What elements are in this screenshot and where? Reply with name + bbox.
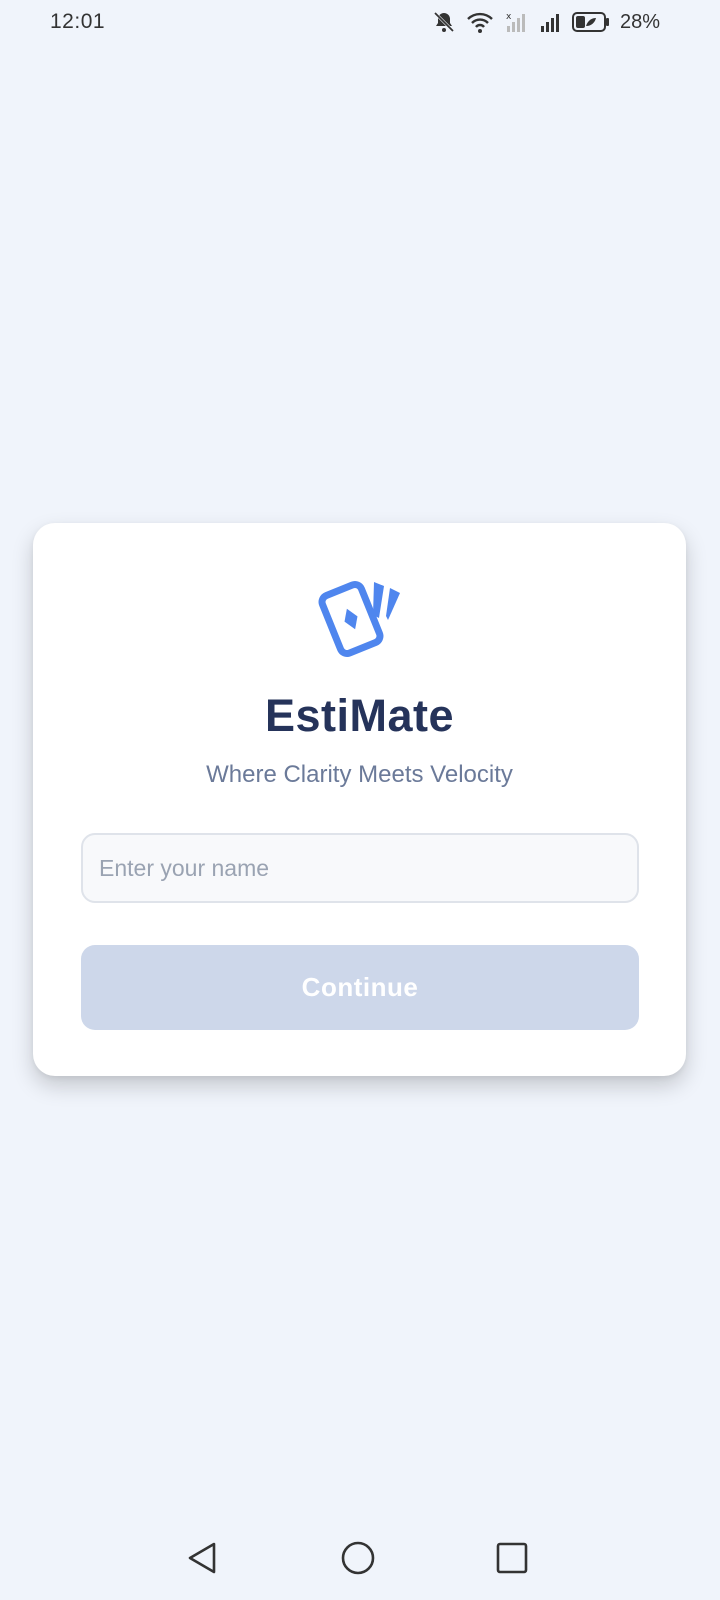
battery-percent: 28%: [619, 10, 660, 33]
name-input[interactable]: [81, 833, 639, 903]
tagline: Where Clarity Meets Velocity: [206, 761, 513, 788]
screen: 12:01 x 28% EstiMate Where Clarity Meets…: [0, 0, 720, 1600]
svg-text:x: x: [506, 12, 512, 22]
continue-button[interactable]: Continue: [81, 945, 639, 1030]
status-time: 12:01: [50, 10, 106, 33]
signal-icon: [538, 10, 562, 34]
status-bar: 12:01 x 28%: [0, 0, 720, 44]
wifi-icon: [466, 10, 494, 34]
app-title: EstiMate: [264, 690, 455, 741]
bell-muted-icon: [432, 10, 456, 34]
cards-icon: [316, 574, 411, 660]
recents-icon[interactable]: [494, 1540, 530, 1581]
home-icon[interactable]: [340, 1540, 376, 1581]
back-icon[interactable]: [184, 1540, 220, 1581]
signal-no-service-icon: x: [504, 10, 528, 34]
status-icons: x 28%: [432, 10, 660, 34]
login-card: EstiMate Where Clarity Meets Velocity Co…: [33, 523, 686, 1076]
battery-icon: [571, 11, 610, 33]
